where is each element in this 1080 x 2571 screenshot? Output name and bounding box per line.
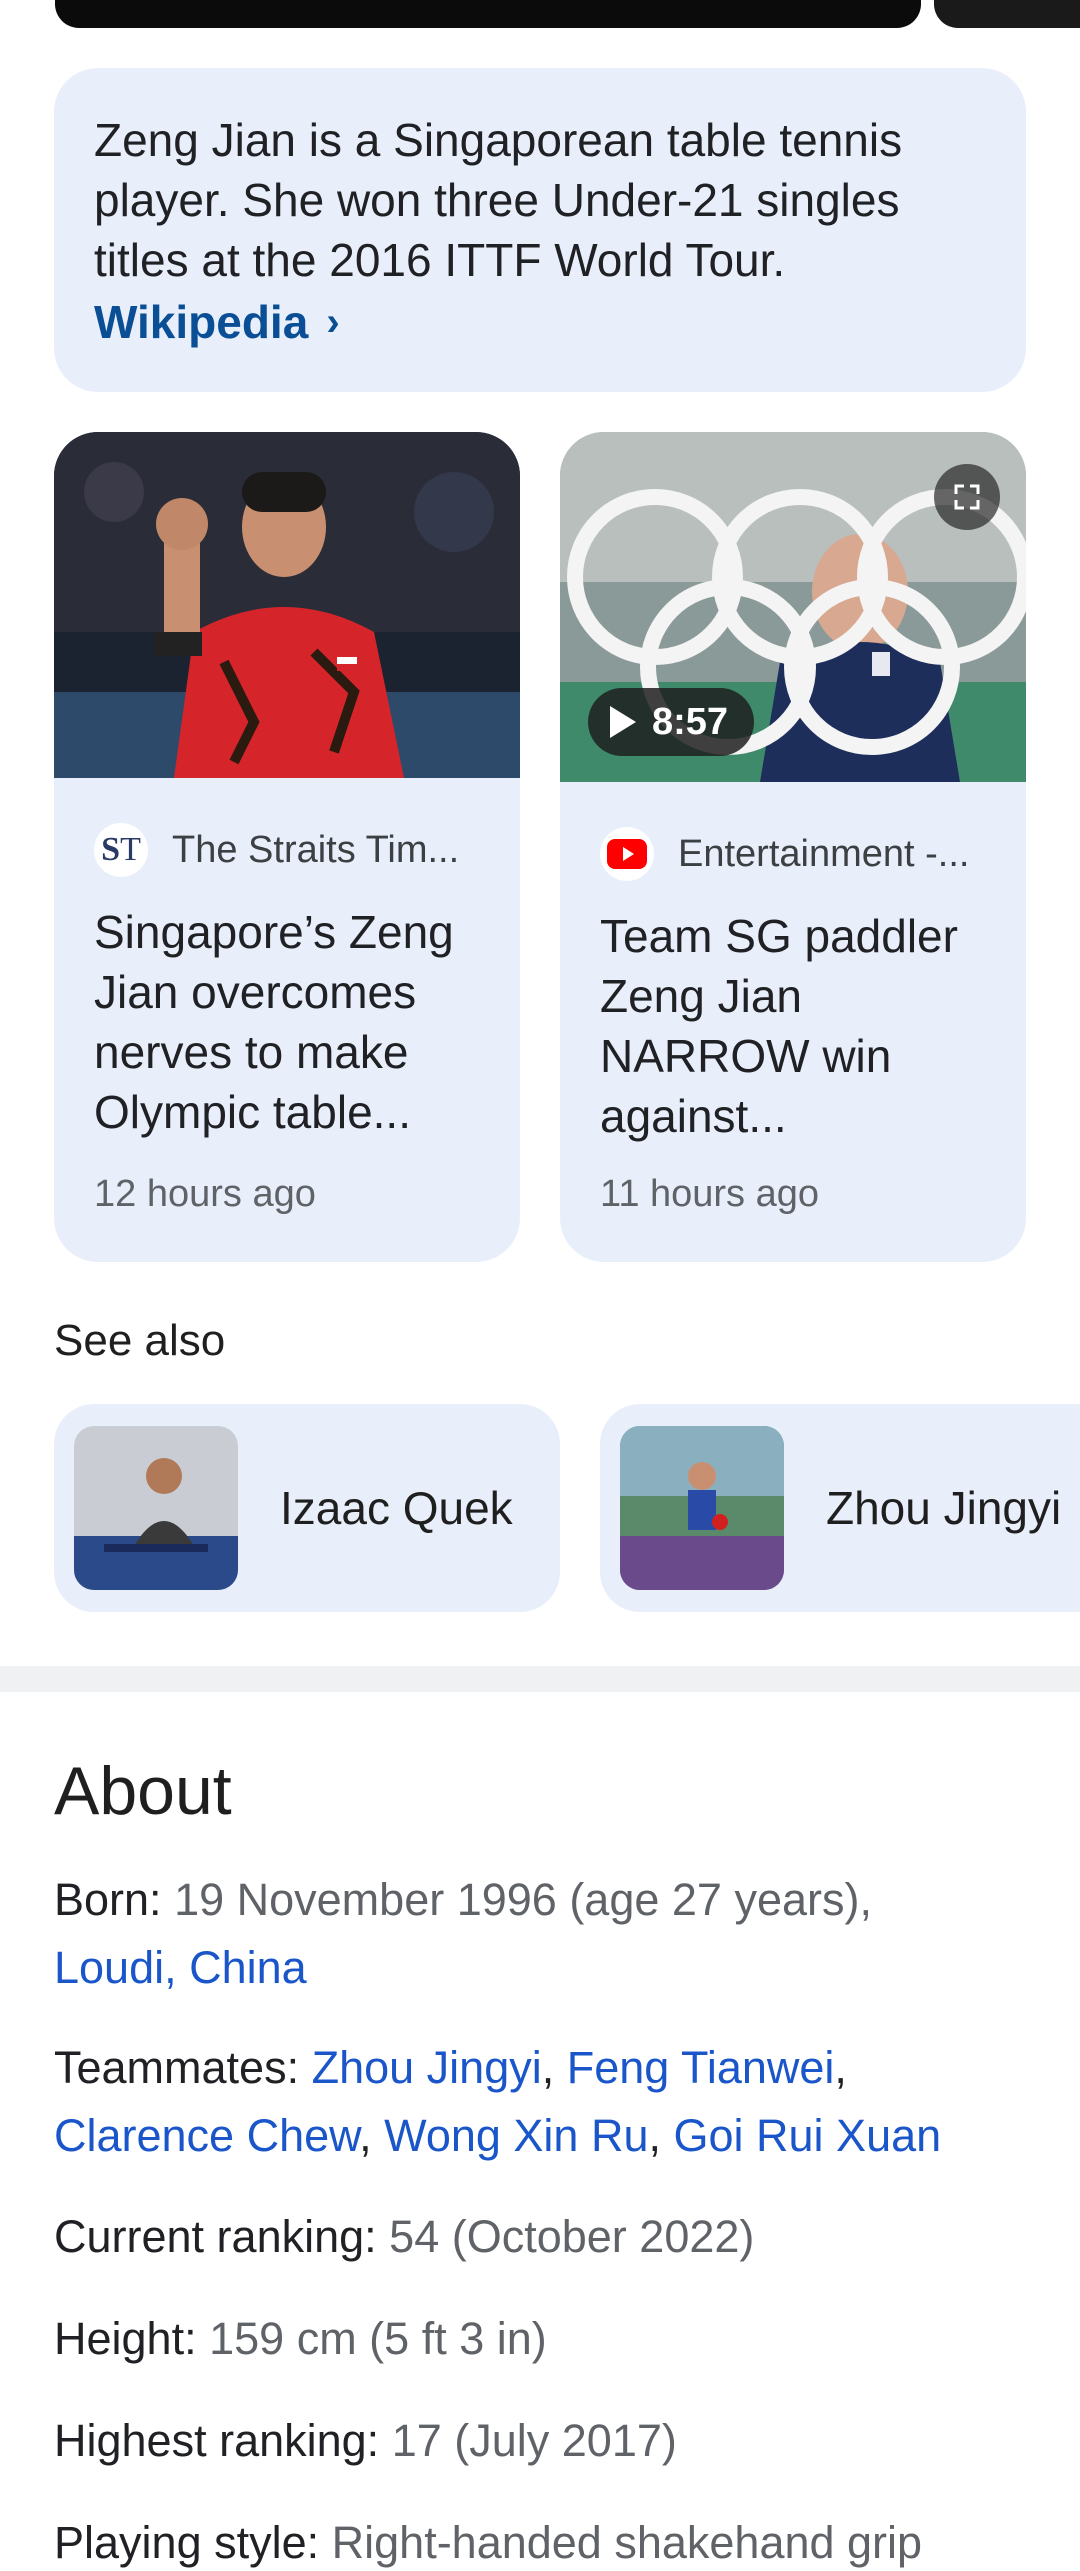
fact-current-ranking: Current ranking: 54 (October 2022) <box>54 2203 1054 2271</box>
see-also-item-izaac-quek[interactable]: Izaac Quek <box>54 1404 560 1612</box>
expand-icon[interactable] <box>934 464 1000 530</box>
fact-label: Height: <box>54 2313 197 2364</box>
news-card-1[interactable]: ST The Straits Tim... Singapore’s Zeng J… <box>54 432 520 1262</box>
fact-highest-ranking: Highest ranking: 17 (July 2017) <box>54 2407 1054 2475</box>
chevron-right-icon: › <box>326 300 340 344</box>
fact-value: 159 cm (5 ft 3 in) <box>209 2313 547 2364</box>
fact-value: Right-handed shakehand grip <box>331 2517 923 2568</box>
video-duration: 8:57 <box>652 700 729 743</box>
news-timestamp: 11 hours ago <box>600 1173 820 1215</box>
fact-born: Born: 19 November 1996 (age 27 years), L… <box>54 1866 1054 2002</box>
video-duration-badge: 8:57 <box>588 688 755 756</box>
knowledge-summary-card: Zeng Jian is a Singaporean table tennis … <box>54 68 1026 392</box>
top-image-card[interactable] <box>55 0 921 28</box>
fact-label: Highest ranking: <box>54 2415 380 2466</box>
born-place-link[interactable]: Loudi, China <box>54 1942 307 1993</box>
section-divider <box>0 1666 1080 1692</box>
fact-label: Born: <box>54 1874 162 1925</box>
person-thumbnail <box>620 1426 784 1590</box>
see-also-heading: See also <box>54 1316 226 1365</box>
teammate-link[interactable]: Clarence Chew <box>54 2110 359 2161</box>
top-image-card-next[interactable] <box>934 0 1080 28</box>
news-source-name: The Straits Tim... <box>172 828 460 871</box>
news-headline: Team SG paddler Zeng Jian NARROW win aga… <box>600 910 958 1142</box>
play-icon <box>610 706 636 738</box>
news-source-name: Entertainment -... <box>678 832 970 875</box>
see-also-label: Zhou Jingyi <box>826 1482 1062 1534</box>
top-media-strip <box>0 0 1080 30</box>
summary-text: Zeng Jian is a Singaporean table tennis … <box>94 114 903 286</box>
wikipedia-link-label: Wikipedia <box>94 296 309 348</box>
news-source: Entertainment -... <box>600 826 1026 882</box>
teammate-link[interactable]: Wong Xin Ru <box>384 2110 648 2161</box>
news-timestamp: 12 hours ago <box>94 1173 316 1215</box>
teammate-link[interactable]: Feng Tianwei <box>567 2042 835 2093</box>
news-source: ST The Straits Tim... <box>94 822 520 878</box>
youtube-icon <box>600 827 654 881</box>
news-thumbnail <box>54 432 520 778</box>
see-also-label: Izaac Quek <box>280 1482 513 1534</box>
fact-value: 19 November 1996 (age 27 years), <box>174 1874 872 1925</box>
fact-label: Current ranking: <box>54 2211 377 2262</box>
news-card-2[interactable]: 8:57 Entertainment -... Team SG paddler … <box>560 432 1026 1262</box>
fact-playing-style: Playing style: Right-handed shakehand gr… <box>54 2509 1054 2571</box>
fact-height: Height: 159 cm (5 ft 3 in) <box>54 2305 1054 2373</box>
video-thumbnail: 8:57 <box>560 432 1026 782</box>
about-heading: About <box>54 1753 232 1829</box>
fact-label: Playing style: <box>54 2517 320 2568</box>
fact-value: 17 (July 2017) <box>391 2415 677 2466</box>
fact-label: Teammates: <box>54 2042 300 2093</box>
news-headline: Singapore’s Zeng Jian overcomes nerves t… <box>94 906 454 1138</box>
fact-teammates: Teammates: Zhou Jingyi, Feng Tianwei, Cl… <box>54 2042 942 2161</box>
teammate-link[interactable]: Zhou Jingyi <box>312 2042 542 2093</box>
fact-value: 54 (October 2022) <box>389 2211 755 2262</box>
straits-times-logo: ST <box>94 823 148 877</box>
see-also-item-zhou-jingyi[interactable]: Zhou Jingyi <box>600 1404 1080 1612</box>
wikipedia-link[interactable]: Wikipedia › <box>94 292 340 352</box>
person-thumbnail <box>74 1426 238 1590</box>
teammate-link[interactable]: Goi Rui Xuan <box>674 2110 942 2161</box>
